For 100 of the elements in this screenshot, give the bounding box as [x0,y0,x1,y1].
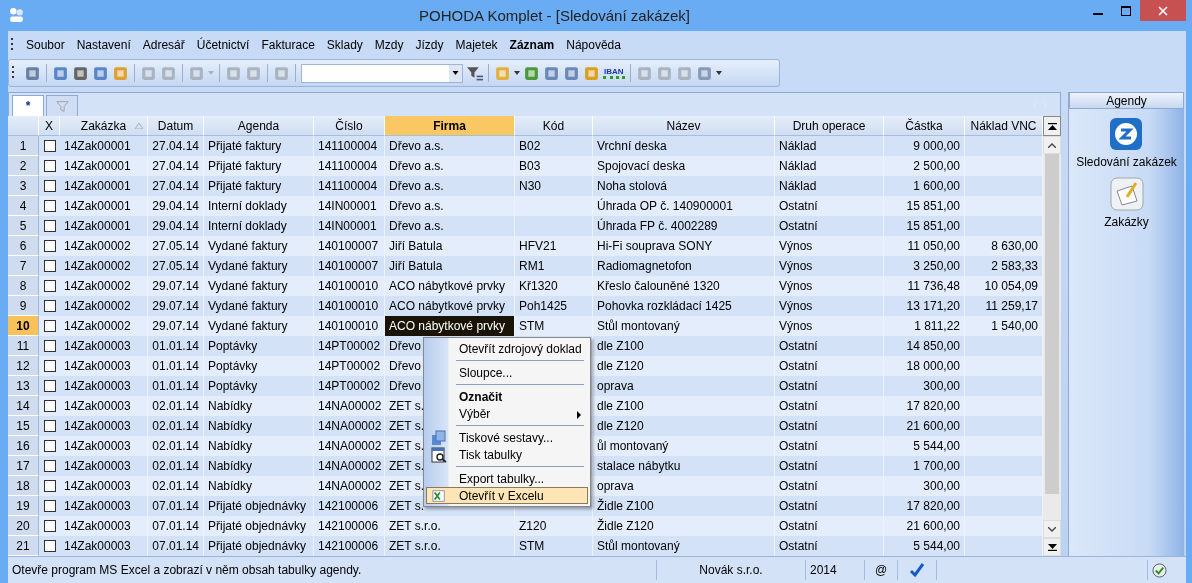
row-number: 13 [8,376,39,396]
company-name: Novák s.r.o. [657,560,806,580]
scroll-to-top-button[interactable] [1043,116,1061,136]
menu-item[interactable]: Soubor [20,38,71,52]
row-number: 1 [8,136,39,156]
corner-cell [8,116,39,136]
checkbox[interactable] [43,280,56,292]
checkbox[interactable] [43,240,56,252]
row-number: 7 [8,256,39,276]
column-header[interactable]: X [39,116,60,136]
checkbox[interactable] [43,360,56,372]
column-header[interactable]: Číslo [314,116,385,136]
checkbox[interactable] [43,220,56,232]
row-number: 5 [8,216,39,236]
grip-icon [11,37,14,53]
scroll-top-icon [1047,122,1057,130]
caret-icon[interactable] [715,71,722,75]
checkbox[interactable] [43,340,56,352]
row-number: 20 [8,516,39,536]
notepad-icon [1109,177,1144,211]
row-number: 12 [8,356,39,376]
column-header[interactable]: Kód [515,116,593,136]
panel-title: Agendy [1069,92,1184,109]
row-number: 6 [8,236,39,256]
app-icon [8,7,25,24]
checkbox[interactable] [43,420,56,432]
menu-item[interactable]: Sklady [320,38,369,52]
filter-icon[interactable] [466,64,483,82]
checkbox[interactable] [43,140,56,152]
checkbox[interactable] [43,480,56,492]
checkbox[interactable] [43,440,56,452]
checkbox[interactable] [43,260,56,272]
row-number: 16 [8,436,39,456]
row-number: 21 [8,536,39,556]
window-title: POHODA Komplet - [Sledování zakázek] [419,7,690,24]
checkbox[interactable] [43,520,56,532]
row-number: 14 [8,396,39,416]
menu-item[interactable]: Záznam [503,38,561,52]
menu-item[interactable]: Majetek [449,38,504,52]
column-header[interactable]: Náklad VNC [965,116,1043,136]
menu-item[interactable]: Nápověda [560,38,627,52]
spreadsheet-icon [431,488,447,503]
checkbox[interactable] [43,500,56,512]
scroll-to-bottom-button[interactable] [1043,538,1061,556]
checkbox[interactable] [43,200,56,212]
column-header[interactable]: Zakázka [60,116,148,136]
checkbox[interactable] [43,380,56,392]
menu-item[interactable]: Fakturace [255,38,321,52]
z-badge-icon [1109,117,1144,151]
chevron-down-icon [1048,526,1056,532]
menu-item[interactable]: Jízdy [409,38,450,52]
row-number: 3 [8,176,39,196]
grip-icon [12,65,15,81]
status-message: Otevře program MS Excel a zobrazí v něm obsah tabulky agendy. [8,560,657,580]
column-header[interactable]: Agenda [204,116,314,136]
row-number: 17 [8,456,39,476]
checkbox[interactable] [43,160,56,172]
checkbox[interactable] [43,460,56,472]
sort-arrow-icon [135,123,143,129]
menu-item[interactable]: Otevřít v Excelu [426,487,588,504]
tab[interactable]: * [12,95,44,116]
filter-icon [55,99,69,113]
checkbox[interactable] [43,320,56,332]
caret-icon[interactable] [514,71,520,75]
row-number: 19 [8,496,39,516]
maximize-icon [1121,5,1131,16]
column-header[interactable]: Datum [148,116,204,136]
submenu-arrow-icon [577,411,581,419]
checkbox[interactable] [43,300,56,312]
checkmark-icon [909,562,925,578]
row-number: 18 [8,476,39,496]
agenda-item[interactable]: Zakázky [1104,177,1149,229]
column-header[interactable]: Druh operace [775,116,884,136]
menu-item[interactable]: Nastavení [70,38,137,52]
chevron-up-icon [1048,142,1056,148]
menu-item[interactable]: Účetnictví [190,38,256,52]
column-header[interactable]: Firma [385,116,515,136]
row-number: 4 [8,196,39,216]
checkbox[interactable] [43,180,56,192]
row-number: 2 [8,156,39,176]
minimize-icon [1093,12,1103,15]
scrollbar-thumb[interactable] [1045,154,1059,494]
year-label: 2014 [806,560,865,580]
menu-item[interactable]: Adresář [136,38,191,52]
row-number: 9 [8,296,39,316]
column-header[interactable]: Částka [884,116,965,136]
scroll-down-button[interactable] [1043,520,1061,538]
check-circle-icon [1152,562,1167,578]
mail-indicator: @ [865,560,898,580]
menu-item[interactable]: Mzdy [368,38,410,52]
row-number: 11 [8,336,39,356]
row-number: 10 [8,316,39,336]
scroll-up-button[interactable] [1043,136,1061,154]
scroll-bottom-icon [1047,543,1057,551]
agenda-item[interactable]: Sledování zakázek [1076,117,1177,169]
column-header[interactable]: Název [593,116,775,136]
table-cell: ACO nábytkové prvky [385,316,515,336]
row-number: 8 [8,276,39,296]
checkbox[interactable] [43,400,56,412]
checkbox[interactable] [43,540,56,552]
